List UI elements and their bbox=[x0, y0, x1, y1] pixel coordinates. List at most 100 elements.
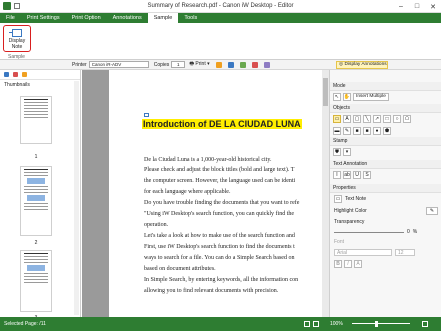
insert-multiple-button[interactable]: Insert Multiple bbox=[353, 93, 389, 101]
objects-header: Objects bbox=[330, 104, 441, 113]
pen-icon[interactable]: ✎ bbox=[343, 127, 351, 135]
print-toolbar: Printer Canon iR-ADV Copies 1 🖶 Print ▾ … bbox=[0, 60, 441, 70]
italic-icon[interactable]: I bbox=[344, 260, 352, 268]
printer-select[interactable]: Canon iR-ADV bbox=[88, 61, 149, 68]
close-button[interactable]: ✕ bbox=[425, 0, 441, 13]
text-box-icon[interactable]: ▢ bbox=[353, 115, 361, 123]
document-scrollbar[interactable] bbox=[322, 70, 329, 317]
text-annotation-section: Text Annotation I ab U S bbox=[330, 160, 441, 181]
thumbnail-page-1[interactable] bbox=[20, 96, 52, 144]
maximize-button[interactable]: □ bbox=[409, 0, 425, 13]
mode-header: Mode bbox=[330, 82, 441, 91]
document-view: Introduction of DE LA CIUDAD LUNA De la … bbox=[82, 70, 329, 317]
font-size-select[interactable]: 12 bbox=[395, 249, 415, 256]
display-annotations-label: Display Annotations bbox=[344, 62, 387, 67]
tab-tools[interactable]: Tools bbox=[178, 13, 203, 23]
move-icon[interactable] bbox=[263, 61, 270, 68]
doc-line: the computer screen. However, the langua… bbox=[144, 178, 296, 184]
strikethrough-text-icon[interactable]: S bbox=[363, 171, 371, 179]
text-note-icon[interactable]: ▭ bbox=[333, 115, 341, 123]
polygon-icon[interactable]: ⬠ bbox=[403, 115, 411, 123]
copies-stepper[interactable]: 1 bbox=[171, 61, 186, 68]
objects-section: Objects ▭ A ▢ ╲ ↗ □ ○ ⬠ ▬ ✎ ■ ■ ● ⬟ bbox=[330, 104, 441, 137]
tab-file[interactable]: File bbox=[0, 13, 21, 23]
doc-line: De la Ciudad Luna is a 1,000-year-old hi… bbox=[144, 157, 272, 163]
window-title: Summary of Research.pdf - Canon iW Deskt… bbox=[147, 3, 294, 9]
filled-rect-blue-icon[interactable]: ■ bbox=[363, 127, 371, 135]
zoom-slider[interactable] bbox=[352, 323, 410, 324]
display-note-label: Display Note bbox=[8, 38, 26, 50]
delete-icon[interactable] bbox=[251, 61, 258, 68]
status-bar: Selected Page: /11 100% bbox=[0, 317, 441, 331]
select-mode-icon[interactable]: ↖ bbox=[333, 93, 341, 101]
mode-section: Mode ↖ ✋ Insert Multiple bbox=[330, 82, 441, 103]
doc-line: allowing you to find relevant documents … bbox=[144, 288, 279, 294]
underline-text-icon[interactable]: U bbox=[353, 171, 361, 179]
filled-rect-icon[interactable]: ■ bbox=[353, 127, 361, 135]
scroll-thumb[interactable] bbox=[323, 78, 328, 106]
line-icon[interactable]: ╲ bbox=[363, 115, 371, 123]
print-button-label: Print bbox=[195, 60, 206, 67]
redo-icon[interactable] bbox=[227, 61, 234, 68]
highlight-color-picker[interactable]: ✎ bbox=[426, 207, 438, 215]
text-icon[interactable]: A bbox=[343, 115, 351, 123]
stamp-icon[interactable]: ⛊ bbox=[333, 148, 341, 156]
rotate-icon[interactable] bbox=[239, 61, 246, 68]
bold-icon[interactable]: B bbox=[334, 260, 342, 268]
highlight-text-icon[interactable]: ab bbox=[343, 171, 351, 179]
stamp-dropdown-icon[interactable]: ▾ bbox=[343, 148, 351, 156]
tab-print-settings[interactable]: Print Settings bbox=[21, 13, 66, 23]
transparency-slider[interactable] bbox=[334, 231, 404, 233]
selected-page-status: Selected Page: /11 bbox=[4, 321, 46, 327]
transparency-unit: % bbox=[412, 229, 418, 235]
font-color-icon[interactable]: A bbox=[354, 260, 362, 268]
thumbnail-number: 2 bbox=[34, 240, 38, 246]
view-icon[interactable] bbox=[4, 72, 9, 77]
font-select[interactable]: Arial bbox=[334, 249, 392, 256]
transparency-value: 0 bbox=[407, 229, 410, 235]
doc-line: First, use iW Desktop's search function … bbox=[144, 244, 295, 250]
thumbnails-pane: Thumbnails 1 2 3 bbox=[0, 70, 81, 321]
minimize-button[interactable]: – bbox=[393, 0, 409, 13]
highlight-icon[interactable]: ▬ bbox=[333, 127, 341, 135]
undo-icon[interactable] bbox=[215, 61, 222, 68]
note-icon bbox=[9, 29, 22, 37]
annotation-panel: Mode ↖ ✋ Insert Multiple Objects ▭ A ▢ ╲… bbox=[329, 70, 441, 317]
print-button[interactable]: 🖶 Print ▾ bbox=[189, 61, 209, 69]
filled-ellipse-icon[interactable]: ● bbox=[373, 127, 381, 135]
title-bar: Summary of Research.pdf - Canon iW Deskt… bbox=[0, 0, 441, 13]
thumbnails-scrollbar[interactable] bbox=[74, 81, 79, 315]
text-note-properties-icon: ▭ bbox=[334, 195, 342, 203]
cursor-icon[interactable]: I bbox=[333, 171, 341, 179]
ellipse-icon[interactable]: ○ bbox=[393, 115, 401, 123]
doc-line: Let's take a look at how to make use of … bbox=[144, 233, 295, 239]
doc-line: for each language where applicable. bbox=[144, 189, 231, 195]
display-note-button[interactable]: Display Note bbox=[3, 25, 31, 52]
properties-header: Properties bbox=[330, 184, 441, 193]
hand-mode-icon[interactable]: ✋ bbox=[343, 93, 351, 101]
filled-polygon-icon[interactable]: ⬟ bbox=[383, 127, 391, 135]
rectangle-icon[interactable]: □ bbox=[383, 115, 391, 123]
zoom-slider-knob[interactable] bbox=[375, 321, 378, 327]
display-annotations-toggle[interactable]: ◎ Display Annotations bbox=[336, 61, 388, 69]
properties-object-label: Text Note bbox=[345, 196, 367, 202]
properties-section: Properties ▭ Text Note Highlight Color ✎… bbox=[330, 184, 441, 270]
doc-line: Please check and adjust the block titles… bbox=[144, 167, 295, 173]
copies-label: Copies bbox=[153, 61, 170, 68]
thumbnails-heading: Thumbnails bbox=[4, 82, 30, 88]
full-screen-icon[interactable] bbox=[422, 321, 428, 327]
fit-width-icon[interactable] bbox=[313, 321, 319, 327]
bookmark-icon[interactable] bbox=[13, 72, 18, 77]
zoom-level[interactable]: 100% bbox=[330, 321, 343, 327]
tab-annotations[interactable]: Annotations bbox=[107, 13, 148, 23]
arrow-icon[interactable]: ↗ bbox=[373, 115, 381, 123]
thumbnail-page-3[interactable] bbox=[20, 250, 52, 312]
thumbnail-page-2[interactable] bbox=[20, 166, 52, 236]
fit-page-icon[interactable] bbox=[304, 321, 310, 327]
tag-icon[interactable] bbox=[22, 72, 27, 77]
font-label: Font bbox=[334, 239, 345, 245]
tab-sample[interactable]: Sample bbox=[147, 13, 179, 23]
doc-line: In Simple Search, by entering keywords, … bbox=[144, 277, 299, 283]
note-marker-icon[interactable] bbox=[144, 113, 149, 117]
tab-print-option[interactable]: Print Option bbox=[66, 13, 107, 23]
